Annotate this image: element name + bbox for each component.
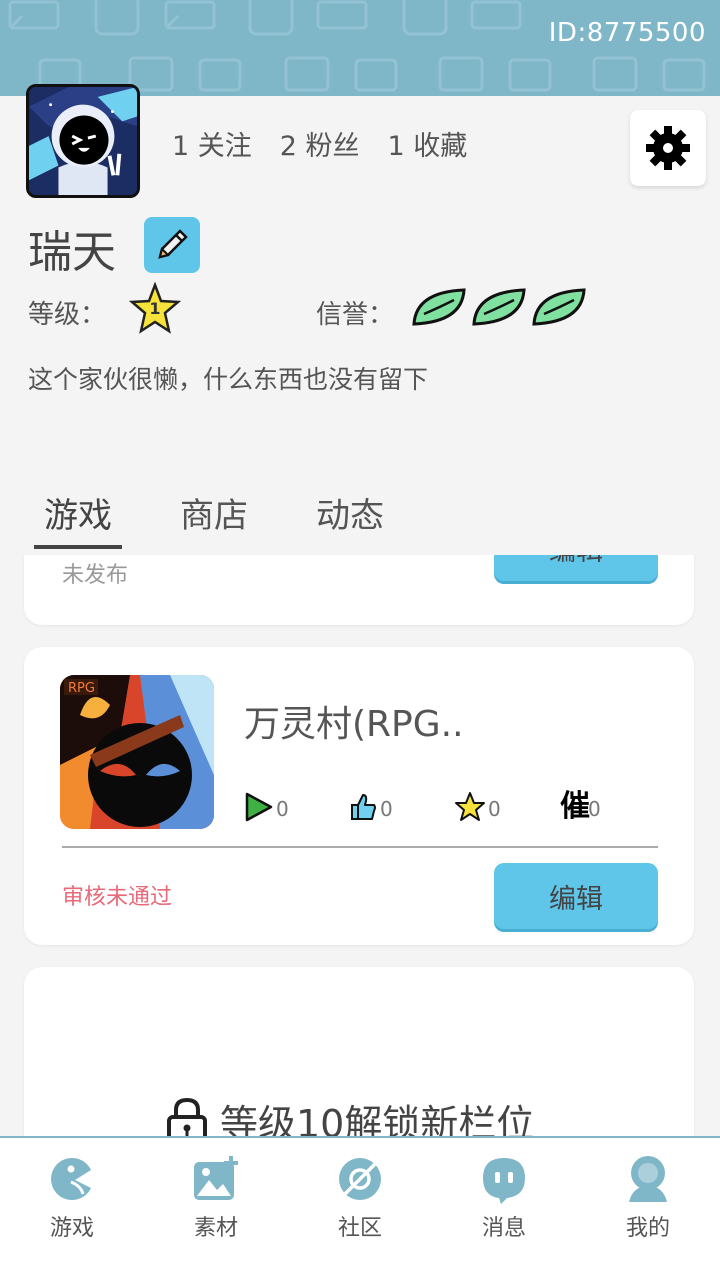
urges-count: 0 bbox=[588, 797, 601, 821]
urge-icon: 催 bbox=[560, 789, 590, 824]
edit-button[interactable]: 编辑 bbox=[494, 555, 658, 581]
header-pattern bbox=[8, 0, 706, 92]
nav-community[interactable]: 社区 bbox=[288, 1138, 432, 1280]
leaf-icon bbox=[532, 288, 586, 326]
tab-shop[interactable]: 商店 bbox=[170, 488, 258, 549]
unlock-text: 等级10解锁新栏位 bbox=[220, 1102, 535, 1138]
pencil-icon bbox=[158, 229, 188, 259]
nav-label: 社区 bbox=[337, 1216, 382, 1241]
level-value: 1 bbox=[149, 299, 161, 318]
nav-messages[interactable]: 消息 bbox=[432, 1138, 576, 1280]
star-icon bbox=[455, 792, 485, 821]
locked-slot-card: 等级10解锁新栏位 bbox=[24, 967, 694, 1138]
header-band: ID:8775500 bbox=[0, 0, 720, 96]
gear-icon bbox=[646, 126, 690, 170]
plays-count: 0 bbox=[276, 797, 289, 821]
likes-metric: 0 bbox=[348, 791, 393, 823]
nav-label: 我的 bbox=[625, 1216, 670, 1241]
lock-icon bbox=[167, 1097, 207, 1138]
bottom-nav: 游戏 素材 社区 消息 我的 bbox=[0, 1136, 720, 1280]
nav-label: 消息 bbox=[481, 1216, 526, 1241]
user-icon bbox=[629, 1156, 667, 1202]
thumbs-up-icon bbox=[351, 794, 376, 820]
favorites-count[interactable]: 1 收藏 bbox=[388, 124, 468, 163]
tab-games[interactable]: 游戏 bbox=[34, 488, 122, 549]
game-title[interactable]: 万灵村(RPG.. bbox=[244, 695, 464, 747]
bio-text: 这个家伙很懒，什么东西也没有留下 bbox=[28, 365, 429, 394]
plays-metric: 0 bbox=[244, 791, 289, 823]
pacman-icon bbox=[51, 1158, 91, 1200]
nav-label: 游戏 bbox=[49, 1216, 94, 1241]
leaf-icon bbox=[472, 288, 526, 326]
divider bbox=[62, 846, 658, 848]
chat-bubble-icon bbox=[483, 1158, 525, 1204]
nav-label: 素材 bbox=[193, 1216, 238, 1241]
planet-icon bbox=[339, 1158, 381, 1200]
nav-assets[interactable]: 素材 bbox=[144, 1138, 288, 1280]
leaf-icon bbox=[412, 288, 466, 326]
level-label: 等级： bbox=[28, 300, 107, 330]
rpg-tag: RPG bbox=[68, 681, 95, 696]
urge-metric: 催 0 bbox=[560, 791, 601, 823]
avatar[interactable] bbox=[26, 84, 140, 198]
game-status: 审核未通过 bbox=[62, 885, 173, 910]
settings-button[interactable] bbox=[630, 110, 706, 186]
username: 瑞天 bbox=[28, 227, 116, 278]
user-id: ID:8775500 bbox=[548, 18, 706, 48]
profile-stats: 1 关注 2 粉丝 1 收藏 bbox=[172, 124, 467, 163]
credit-label: 信誉： bbox=[316, 300, 395, 330]
avatar-image bbox=[29, 87, 137, 195]
play-icon bbox=[245, 792, 273, 822]
followers-count[interactable]: 2 粉丝 bbox=[280, 124, 360, 163]
unlock-hint: 等级10解锁新栏位 bbox=[166, 1093, 534, 1138]
nav-profile[interactable]: 我的 bbox=[576, 1138, 720, 1280]
tab-activity[interactable]: 动态 bbox=[306, 488, 394, 549]
game-thumbnail[interactable]: RPG bbox=[60, 675, 214, 829]
image-add-icon bbox=[194, 1156, 238, 1200]
stars-count: 0 bbox=[488, 797, 501, 821]
following-count[interactable]: 1 关注 bbox=[172, 124, 252, 163]
profile-tabs: 游戏 商店 动态 bbox=[34, 488, 394, 549]
game-cover-image: RPG bbox=[60, 675, 214, 829]
game-card[interactable]: RPG 万灵村(RPG.. 0 0 0 催 0 审核未通过 编辑 bbox=[24, 647, 694, 945]
games-list[interactable]: 未发布 编辑 RPG 万灵村(RPG.. bbox=[0, 555, 720, 1138]
edit-name-button[interactable] bbox=[144, 217, 200, 273]
game-card: 未发布 编辑 bbox=[24, 555, 694, 625]
edit-button[interactable]: 编辑 bbox=[494, 863, 658, 929]
nav-games[interactable]: 游戏 bbox=[0, 1138, 144, 1280]
likes-count: 0 bbox=[380, 797, 393, 821]
stars-metric: 0 bbox=[454, 791, 501, 823]
game-status: 未发布 bbox=[62, 563, 129, 588]
credit-rating bbox=[410, 286, 588, 328]
game-metrics: 0 0 0 催 0 bbox=[244, 791, 644, 825]
